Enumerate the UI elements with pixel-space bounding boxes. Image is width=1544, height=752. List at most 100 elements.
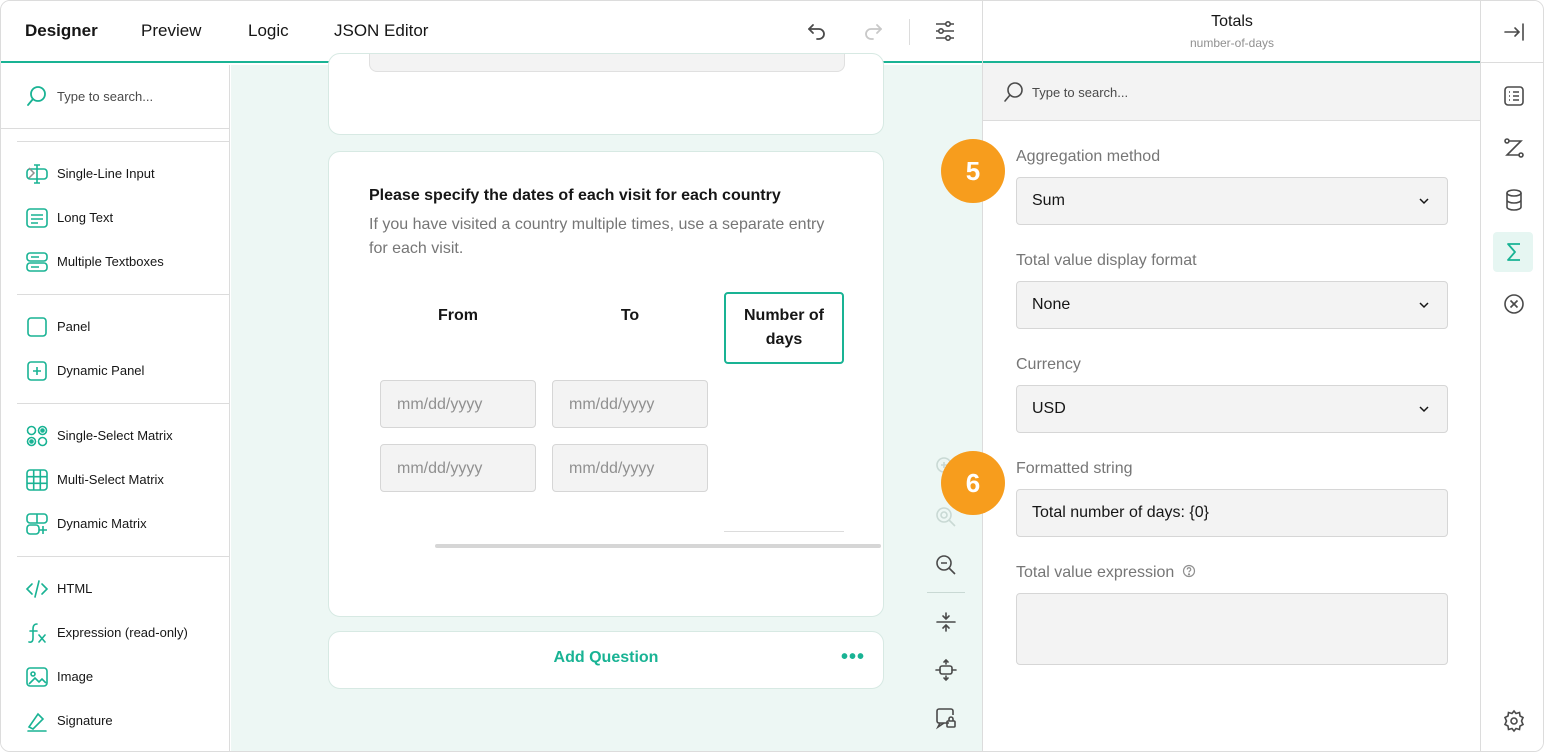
aggregation-method-label: Aggregation method bbox=[1016, 148, 1161, 165]
toolbox-item-label: Dynamic Panel bbox=[57, 363, 145, 378]
display-format-label: Total value display format bbox=[1016, 252, 1197, 269]
add-question-bar: Add Question ••• bbox=[328, 631, 884, 689]
html-icon bbox=[25, 580, 49, 598]
gear-icon[interactable] bbox=[1502, 709, 1526, 733]
collapse-panel-icon[interactable] bbox=[1502, 20, 1526, 44]
chevron-down-icon bbox=[1419, 198, 1429, 205]
date-input-to-row1[interactable]: mm/dd/yyyy bbox=[552, 380, 708, 428]
date-input-to-row2[interactable]: mm/dd/yyyy bbox=[552, 444, 708, 492]
lock-question-icon[interactable] bbox=[934, 706, 958, 730]
design-canvas: Please specify the dates of each visit f… bbox=[231, 53, 982, 751]
general-properties-icon[interactable] bbox=[1502, 84, 1526, 108]
single-matrix-icon bbox=[26, 425, 48, 447]
logic-icon[interactable] bbox=[1502, 136, 1526, 160]
toolbox-item-signature[interactable]: Signature bbox=[25, 709, 215, 733]
total-expression-textarea[interactable] bbox=[1016, 593, 1448, 665]
property-grid-title: Totals bbox=[1211, 13, 1253, 30]
toolbox-item-label: Expression (read-only) bbox=[57, 625, 188, 640]
chevron-down-icon bbox=[1419, 406, 1429, 413]
toolbox-item-single-line-input[interactable]: Single-Line Input bbox=[25, 162, 215, 186]
horizontal-scrollbar[interactable] bbox=[435, 544, 881, 548]
data-icon[interactable] bbox=[1502, 188, 1526, 212]
property-grid-header: Totals number-of-days bbox=[983, 1, 1481, 63]
toolbox-search-placeholder: Type to search... bbox=[57, 89, 154, 104]
chevron-down-icon bbox=[1419, 302, 1429, 309]
toolbox: Type to search... Single-Line Input Long… bbox=[1, 65, 230, 751]
tab-preview[interactable]: Preview bbox=[141, 21, 201, 41]
property-grid-subtitle: number-of-days bbox=[1189, 36, 1275, 50]
undo-icon[interactable] bbox=[805, 19, 829, 43]
toolbox-item-dynamic-panel[interactable]: Dynamic Panel bbox=[25, 359, 215, 383]
toolbox-item-html[interactable]: HTML bbox=[25, 577, 215, 601]
add-question-button[interactable]: Add Question bbox=[329, 649, 883, 667]
property-search-placeholder: Type to search... bbox=[1032, 85, 1129, 100]
toolbox-item-label: HTML bbox=[57, 581, 93, 596]
toolbar-separator bbox=[909, 19, 910, 45]
currency-label: Currency bbox=[1016, 356, 1081, 373]
panel-icon bbox=[27, 317, 47, 337]
toolbox-item-multi-select-matrix[interactable]: Multi-Select Matrix bbox=[25, 468, 215, 492]
aggregation-method-dropdown[interactable]: Sum bbox=[1016, 177, 1448, 225]
column-header-to[interactable]: To bbox=[552, 307, 708, 325]
date-input-from-row1[interactable]: mm/dd/yyyy bbox=[380, 380, 536, 428]
more-options-button[interactable]: ••• bbox=[841, 646, 865, 669]
totals-sigma-icon[interactable] bbox=[1502, 240, 1526, 264]
callout-badge-6: 6 bbox=[941, 451, 1005, 515]
toolbox-item-panel[interactable]: Panel bbox=[25, 315, 215, 339]
matrix-question-card[interactable]: Please specify the dates of each visit f… bbox=[328, 151, 884, 617]
tab-logic[interactable]: Logic bbox=[248, 21, 289, 41]
survey-creator-window: Designer Preview Logic JSON Editor Type … bbox=[0, 0, 1544, 752]
totals-cell-divider bbox=[724, 531, 844, 532]
toolbox-item-expression[interactable]: Expression (read-only) bbox=[25, 621, 215, 645]
total-expression-label: Total value expression bbox=[1016, 564, 1175, 581]
formatted-string-label: Formatted string bbox=[1016, 460, 1133, 477]
formatted-string-input[interactable]: Total number of days: {0} bbox=[1016, 489, 1448, 537]
currency-value: USD bbox=[1032, 400, 1066, 417]
validation-close-circle-icon[interactable] bbox=[1502, 292, 1526, 316]
toolbox-item-label: Panel bbox=[57, 319, 91, 334]
toolbox-item-label: Long Text bbox=[57, 210, 114, 225]
toolbox-item-single-select-matrix[interactable]: Single-Select Matrix bbox=[25, 424, 215, 448]
collapse-all-icon[interactable] bbox=[934, 610, 958, 634]
date-input-from-row2[interactable]: mm/dd/yyyy bbox=[380, 444, 536, 492]
dynamic-matrix-icon bbox=[26, 513, 48, 535]
zoom-out-icon[interactable] bbox=[934, 553, 958, 577]
display-format-value: None bbox=[1032, 296, 1071, 313]
display-format-dropdown[interactable]: None bbox=[1016, 281, 1448, 329]
image-icon bbox=[26, 667, 48, 687]
property-grid-sidebar bbox=[1480, 1, 1543, 751]
toolbox-item-dynamic-matrix[interactable]: Dynamic Matrix bbox=[25, 512, 215, 536]
toolbox-item-long-text[interactable]: Long Text bbox=[25, 206, 215, 230]
toolbox-item-label: Signature bbox=[57, 713, 113, 728]
currency-dropdown[interactable]: USD bbox=[1016, 385, 1448, 433]
previous-question-input bbox=[369, 54, 845, 72]
expand-all-icon[interactable] bbox=[934, 658, 958, 682]
toolbox-item-multiple-textboxes[interactable]: Multiple Textboxes bbox=[25, 250, 215, 274]
toolbox-item-label: Dynamic Matrix bbox=[57, 516, 147, 531]
toolbox-search[interactable]: Type to search... bbox=[1, 65, 230, 129]
toolbox-divider bbox=[17, 294, 230, 295]
tab-designer[interactable]: Designer bbox=[25, 21, 98, 41]
previous-question-card[interactable] bbox=[328, 53, 884, 135]
question-title[interactable]: Please specify the dates of each visit f… bbox=[369, 187, 781, 205]
column-header-from[interactable]: From bbox=[380, 307, 536, 325]
chevron-right-icon bbox=[28, 167, 36, 179]
toolbox-item-label: Single-Select Matrix bbox=[57, 428, 173, 443]
column-header-number-of-days[interactable]: Number of days bbox=[724, 292, 844, 364]
expression-icon bbox=[28, 623, 46, 643]
toolbox-item-image[interactable]: Image bbox=[25, 665, 215, 689]
settings-sliders-icon[interactable] bbox=[933, 19, 957, 43]
property-grid-search[interactable]: Type to search... bbox=[983, 63, 1481, 121]
aggregation-method-value: Sum bbox=[1032, 192, 1065, 209]
toolbox-item-label: Image bbox=[57, 669, 94, 684]
toolbox-divider bbox=[17, 556, 230, 557]
help-icon[interactable] bbox=[1182, 564, 1196, 578]
search-icon bbox=[27, 86, 46, 106]
question-description[interactable]: If you have visited a country multiple t… bbox=[369, 213, 829, 261]
redo-icon[interactable] bbox=[861, 19, 885, 43]
callout-badge-5: 5 bbox=[941, 139, 1005, 203]
tab-json-editor[interactable]: JSON Editor bbox=[334, 21, 428, 41]
dynamic-panel-icon bbox=[27, 361, 47, 381]
toolbox-divider bbox=[17, 141, 230, 142]
property-grid: Totals number-of-days Type to search... … bbox=[982, 1, 1481, 751]
